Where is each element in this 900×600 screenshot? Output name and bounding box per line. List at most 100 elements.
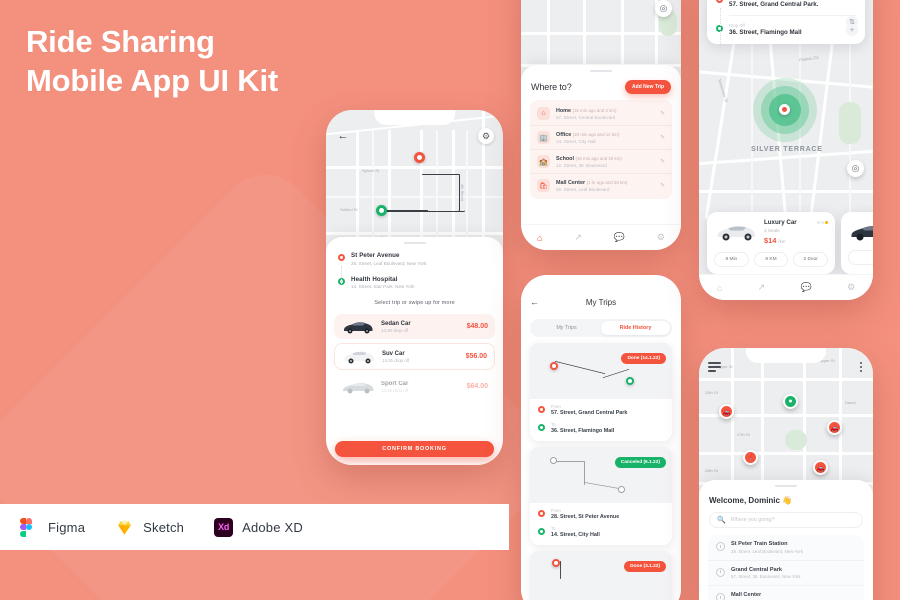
dropoff-title: Health Hospital — [351, 275, 398, 283]
car-card-next[interactable]: 4 Min — [841, 212, 873, 274]
divider — [729, 14, 856, 16]
next-car-image — [851, 226, 873, 241]
trip-from-pin — [550, 457, 557, 464]
list-item[interactable]: Mall Center 14. Street, 38. Star, New Yo… — [708, 586, 864, 600]
where-to-screen: ◎ Where to? Add New Trip ⌂ Home (15 min … — [521, 0, 681, 250]
place-address: 14. Street, City Hall — [556, 138, 596, 144]
figma-icon — [20, 517, 39, 537]
list-item[interactable]: 🏫 School (45 min ago and 20 km) 12. Stre… — [530, 150, 672, 174]
back-button[interactable]: ← — [530, 297, 539, 307]
tab-route[interactable]: ↗ — [758, 282, 766, 293]
confirm-booking-button[interactable]: CONFIRM BOOKING — [335, 441, 494, 457]
page-title: My Trips — [585, 297, 617, 307]
office-icon: 🏢 — [537, 131, 550, 144]
list-item[interactable]: ⌂ Home (15 min ago and 3 km) 67. Street,… — [530, 102, 672, 126]
current-address-value: 57. Street, Grand Central Park. — [729, 0, 819, 8]
tab-route[interactable]: ↗ — [574, 232, 582, 243]
pencil-icon[interactable]: ✎ — [660, 158, 665, 165]
from-dot-icon — [538, 510, 545, 517]
map-marker-car[interactable]: 🚗 — [827, 420, 842, 435]
dropoff-address-row[interactable]: Drop Off 36. Street, Flamingo Mall — [716, 23, 856, 36]
status-badge: Done (14.1.22) — [621, 353, 666, 364]
map-marker-car[interactable]: 🚗 — [813, 460, 828, 475]
current-address-row[interactable]: Current Address 57. Street, Grand Centra… — [716, 0, 856, 8]
pencil-icon[interactable]: ✎ — [660, 134, 665, 141]
suv-car-image — [344, 351, 374, 364]
tab-chat[interactable]: 💬 — [614, 232, 625, 243]
tool-figma[interactable]: Figma — [20, 517, 85, 537]
from-value: 28. Street, St Peter Avenue — [551, 514, 620, 520]
locate-me-button[interactable]: ◎ — [655, 0, 672, 17]
to-dot-icon — [538, 528, 545, 535]
list-item[interactable]: Grand Central Park 57. Street, 38. Boule… — [708, 561, 864, 586]
dropoff-subtitle: 14. Street, Star Park, New York — [351, 284, 415, 289]
list-item[interactable]: 🛍 Mall Center (1 hr ago and 38 km) 25. S… — [530, 174, 672, 197]
pickup-address-row[interactable]: St Peter Avenue 28. Street, Leaf Bouleva… — [338, 252, 491, 266]
poster-stage: Ride Sharing Mobile App UI Kit Sylvan St — [0, 0, 900, 600]
map-marker-place[interactable]: 📍 — [743, 450, 758, 465]
settings-button[interactable]: ⚙ — [478, 128, 494, 144]
car-option-suv[interactable]: Suv Car 14.25 drop off $56.00 — [334, 343, 495, 370]
car-option-sedan[interactable]: Sedan Car 14.30 drop off $48.00 — [334, 314, 495, 339]
back-button[interactable]: ← — [335, 128, 351, 144]
tab-settings[interactable]: ⚙ — [657, 232, 665, 243]
trip-map: Done (3.1.22) — [530, 551, 672, 600]
place-name: St Peter Train Station — [731, 541, 788, 547]
trips-tabs: My Trips Ride History — [530, 319, 672, 337]
tab-home[interactable]: ⌂ — [717, 283, 722, 293]
map-marker-car[interactable]: 🚗 — [719, 404, 734, 419]
list-item[interactable]: 🏢 Office (20 min ago and 12 km) 14. Stre… — [530, 126, 672, 150]
pickup-pin[interactable] — [414, 152, 425, 163]
chip-distance[interactable]: 8 KM — [753, 252, 789, 267]
place-address: 28. Street, Leaf Boulevard, New York — [731, 548, 804, 554]
adobe-xd-icon: Xd — [214, 517, 234, 537]
chip-duration[interactable]: 4 Min — [848, 250, 873, 265]
hamburger-icon[interactable] — [708, 362, 721, 372]
clock-icon — [716, 593, 725, 600]
car-price: $56.00 — [465, 353, 487, 360]
trip-card[interactable]: Done (14.1.22) From 57. Street, Grand Ce… — [530, 343, 672, 441]
tab-chat[interactable]: 💬 — [801, 282, 812, 293]
trip-card[interactable]: Canceled (6.1.22) From 28. Street, St Pe… — [530, 447, 672, 545]
tool-label: Adobe XD — [242, 519, 303, 535]
tool-sketch[interactable]: Sketch — [115, 518, 184, 537]
place-address: 12. Street, 38. Boulevard — [556, 162, 607, 168]
locate-me-button[interactable]: ◎ — [847, 160, 864, 177]
car-carousel[interactable]: Luxury Car 2 Seats $14 /km 8 Min 8 KM 2 … — [699, 212, 873, 274]
tool-adobe-xd[interactable]: Xd Adobe XD — [214, 517, 303, 537]
home-sheet: Welcome, Dominic 👋 🔍 Where you going? St… — [699, 480, 873, 600]
school-icon: 🏫 — [537, 155, 550, 168]
dropoff-address-row[interactable]: Health Hospital 14. Street, Star Park, N… — [338, 275, 491, 289]
search-placeholder: Where you going? — [730, 517, 775, 523]
plus-icon[interactable]: + — [846, 24, 858, 36]
mall-icon: 🛍 — [537, 179, 550, 192]
clock-icon — [716, 542, 725, 551]
tab-my-trips[interactable]: My Trips — [532, 321, 601, 335]
to-value: 36. Street, Flamingo Mall — [551, 428, 615, 434]
car-card-luxury[interactable]: Luxury Car 2 Seats $14 /km 8 Min 8 KM 2 … — [707, 212, 835, 274]
car-attribute-chips: 8 Min 8 KM 2 Door — [714, 252, 829, 267]
tab-settings[interactable]: ⚙ — [847, 282, 855, 293]
trip-card[interactable]: Done (3.1.22) — [530, 551, 672, 600]
tab-ride-history[interactable]: Ride History — [601, 321, 670, 335]
car-option-sport[interactable]: Sport Car 14.15 drop off $64.00 — [334, 374, 495, 399]
from-label: From — [551, 508, 561, 513]
kebab-menu-icon[interactable] — [860, 362, 862, 372]
map-marker-user[interactable]: ● — [783, 394, 798, 409]
map-street-label: 25th St — [705, 390, 718, 395]
pencil-icon[interactable]: ✎ — [660, 110, 665, 117]
home-map[interactable]: Clipper St Clipper St 25th St 27th St 28… — [699, 348, 873, 494]
trip-details: From 28. Street, St Peter Avenue To 14. … — [530, 503, 672, 545]
place-address: 57. Street, 38. Boulevard, New York — [731, 574, 801, 579]
current-location-pin — [779, 104, 790, 115]
chip-duration[interactable]: 8 Min — [714, 252, 749, 267]
chip-doors[interactable]: 2 Door — [793, 252, 829, 267]
pencil-icon[interactable]: ✎ — [660, 182, 665, 189]
home-screen: Clipper St Clipper St 25th St 27th St 28… — [699, 348, 873, 600]
add-new-trip-button[interactable]: Add New Trip — [625, 80, 671, 94]
design-tools-bar: Figma Sketch Xd Adobe XD — [0, 504, 509, 550]
tab-home[interactable]: ⌂ — [537, 233, 542, 243]
search-input[interactable]: 🔍 Where you going? — [709, 512, 863, 528]
list-item[interactable]: St Peter Train Station 28. Street, Leaf … — [708, 535, 864, 561]
dropoff-pin[interactable] — [376, 205, 387, 216]
